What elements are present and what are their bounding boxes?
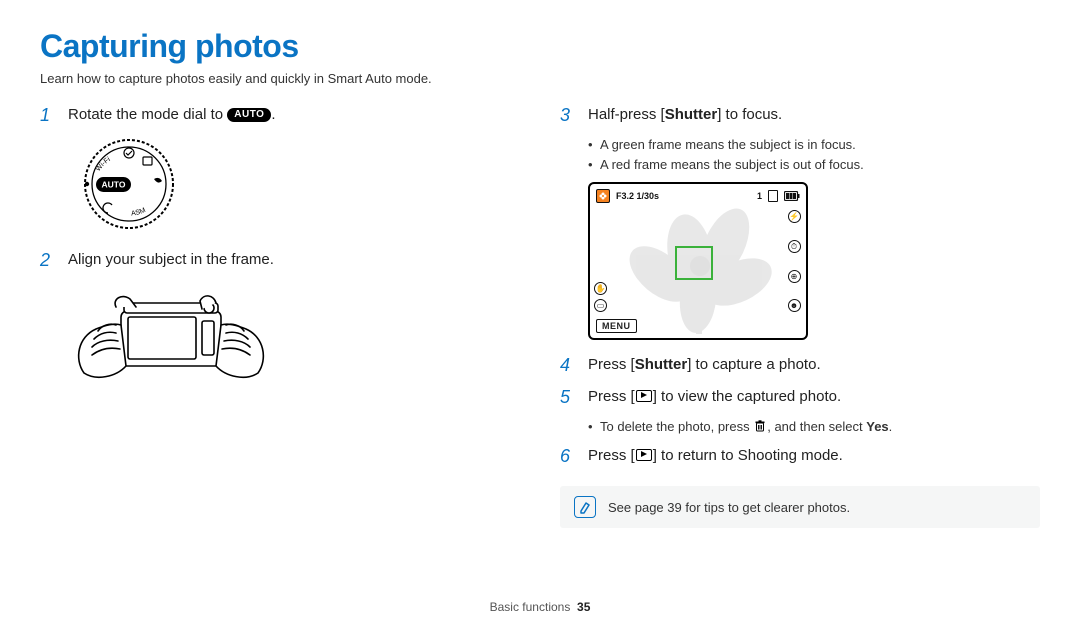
step-2: 2 Align your subject in the frame. <box>40 249 520 272</box>
step-4-shutter: Shutter <box>635 356 688 373</box>
flash-icon: ⚡ <box>788 210 801 223</box>
page-title: Capturing photos <box>40 28 1040 65</box>
timer-icon: ⏱ <box>788 240 801 253</box>
playback-icon <box>636 390 652 402</box>
exposure-readout: F3.2 1/30s <box>616 191 659 201</box>
step-number: 1 <box>40 104 56 127</box>
bullet-delete: To delete the photo, press , and then se… <box>588 417 1040 437</box>
mode-dial-illustration: AUTO Wi-Fi ASM <box>74 135 520 233</box>
playback-icon <box>636 449 652 461</box>
focus-frame-green <box>675 246 713 280</box>
battery-icon <box>784 191 800 201</box>
bullet-green-frame: A green frame means the subject is in fo… <box>588 135 1040 155</box>
tip-note: See page 39 for tips to get clearer phot… <box>560 486 1040 528</box>
stabilizer-icon: ✋ <box>594 282 607 295</box>
face-icon: ☻ <box>788 299 801 312</box>
step-4-text-c: ] to capture a photo. <box>687 356 820 373</box>
footer-section: Basic functions <box>490 600 571 614</box>
step-5-bullets: To delete the photo, press , and then se… <box>588 417 1040 437</box>
step-number: 6 <box>560 445 576 468</box>
step-5-text-a: Press [ <box>588 388 635 405</box>
step-4: 4 Press [Shutter] to capture a photo. <box>560 354 1040 377</box>
step-number: 4 <box>560 354 576 377</box>
step-1: 1 Rotate the mode dial to AUTO. <box>40 104 520 127</box>
footer-page-number: 35 <box>577 600 590 614</box>
step-3: 3 Half-press [Shutter] to focus. <box>560 104 1040 127</box>
lcd-preview-illustration: F3.2 1/30s 1 ⚡ ⏱ ⊕ ☻ ✋ ▭ <box>588 182 1040 340</box>
step-3-bullets: A green frame means the subject is in fo… <box>588 135 1040 174</box>
left-column: 1 Rotate the mode dial to AUTO. AUTO <box>40 104 520 528</box>
step-3-text-a: Half-press [ <box>588 106 665 123</box>
step-number: 2 <box>40 249 56 272</box>
zoom-icon: ⊕ <box>788 270 801 283</box>
step-4-text-a: Press [ <box>588 356 635 373</box>
note-icon <box>574 496 596 518</box>
step-1-text-post: . <box>271 106 275 123</box>
macro-mode-icon <box>596 189 610 203</box>
hands-holding-camera-illustration <box>66 281 520 396</box>
step-number: 5 <box>560 386 576 409</box>
trash-icon <box>754 418 766 430</box>
step-number: 3 <box>560 104 576 127</box>
bullet-red-frame: A red frame means the subject is out of … <box>588 155 1040 175</box>
step-6-text-b: ] to return to Shooting mode. <box>653 447 843 464</box>
step-5-text-b: ] to view the captured photo. <box>653 388 841 405</box>
step-6: 6 Press [ ] to return to Shooting mode. <box>560 445 1040 468</box>
step-6-text-a: Press [ <box>588 447 635 464</box>
dial-auto-label: AUTO <box>102 180 126 190</box>
page-footer: Basic functions 35 <box>0 600 1080 614</box>
step-3-text-c: ] to focus. <box>717 106 782 123</box>
right-column: 3 Half-press [Shutter] to focus. A green… <box>560 104 1040 528</box>
step-1-text-pre: Rotate the mode dial to <box>68 106 227 123</box>
note-text: See page 39 for tips to get clearer phot… <box>608 500 850 515</box>
menu-button-label: MENU <box>596 319 637 333</box>
auto-badge-icon: AUTO <box>227 108 271 122</box>
intro-text: Learn how to capture photos easily and q… <box>40 71 1040 86</box>
shot-count: 1 <box>757 191 762 201</box>
step-2-text: Align your subject in the frame. <box>68 249 520 272</box>
sd-card-icon <box>768 190 778 202</box>
step-5: 5 Press [ ] to view the captured photo. <box>560 386 1040 409</box>
burst-icon: ▭ <box>594 299 607 312</box>
step-3-shutter: Shutter <box>665 106 718 123</box>
